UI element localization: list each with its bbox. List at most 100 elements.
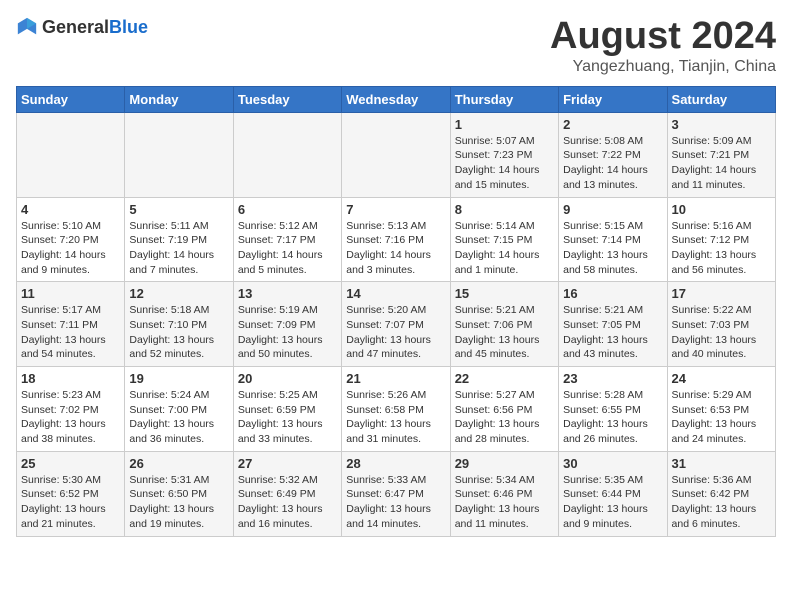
calendar-table: SundayMondayTuesdayWednesdayThursdayFrid… xyxy=(16,86,776,537)
day-number: 1 xyxy=(455,117,554,132)
cell-content: Sunrise: 5:14 AM Sunset: 7:15 PM Dayligh… xyxy=(455,219,554,278)
header-row: SundayMondayTuesdayWednesdayThursdayFrid… xyxy=(17,86,776,112)
calendar-cell xyxy=(17,112,125,197)
calendar-cell: 8 Sunrise: 5:14 AM Sunset: 7:15 PM Daylig… xyxy=(450,197,558,282)
day-number: 9 xyxy=(563,202,662,217)
cell-content: Sunrise: 5:12 AM Sunset: 7:17 PM Dayligh… xyxy=(238,219,337,278)
cell-content: Sunrise: 5:08 AM Sunset: 7:22 PM Dayligh… xyxy=(563,134,662,193)
calendar-cell: 30Sunrise: 5:35 AM Sunset: 6:44 PM Dayli… xyxy=(559,451,667,536)
header: GeneralBlue August 2024 Yangezhuang, Tia… xyxy=(16,16,776,76)
cell-content: Sunrise: 5:27 AM Sunset: 6:56 PM Dayligh… xyxy=(455,388,554,447)
calendar-cell: 29Sunrise: 5:34 AM Sunset: 6:46 PM Dayli… xyxy=(450,451,558,536)
cell-content: Sunrise: 5:23 AM Sunset: 7:02 PM Dayligh… xyxy=(21,388,120,447)
calendar-cell: 24 Sunrise: 5:29 AM Sunset: 6:53 PM Dayli… xyxy=(667,367,775,452)
calendar-cell: 23 Sunrise: 5:28 AM Sunset: 6:55 PM Dayli… xyxy=(559,367,667,452)
calendar-cell: 6Sunrise: 5:12 AM Sunset: 7:17 PM Daylig… xyxy=(233,197,341,282)
title-area: August 2024 Yangezhuang, Tianjin, China xyxy=(550,16,776,76)
cell-content: Sunrise: 5:07 AM Sunset: 7:23 PM Dayligh… xyxy=(455,134,554,193)
col-header-wednesday: Wednesday xyxy=(342,86,450,112)
cell-content: Sunrise: 5:25 AM Sunset: 6:59 PM Dayligh… xyxy=(238,388,337,447)
cell-content: Sunrise: 5:31 AM Sunset: 6:50 PM Dayligh… xyxy=(129,473,228,532)
day-number: 24 xyxy=(672,371,771,386)
calendar-cell: 19Sunrise: 5:24 AM Sunset: 7:00 PM Dayli… xyxy=(125,367,233,452)
calendar-cell: 11Sunrise: 5:17 AM Sunset: 7:11 PM Dayli… xyxy=(17,282,125,367)
cell-content: Sunrise: 5:10 AM Sunset: 7:20 PM Dayligh… xyxy=(21,219,120,278)
day-number: 26 xyxy=(129,456,228,471)
day-number: 3 xyxy=(672,117,771,132)
cell-content: Sunrise: 5:09 AM Sunset: 7:21 PM Dayligh… xyxy=(672,134,771,193)
calendar-cell: 22 Sunrise: 5:27 AM Sunset: 6:56 PM Dayli… xyxy=(450,367,558,452)
cell-content: Sunrise: 5:21 AM Sunset: 7:05 PM Dayligh… xyxy=(563,303,662,362)
calendar-cell: 31 Sunrise: 5:36 AM Sunset: 6:42 PM Dayli… xyxy=(667,451,775,536)
logo: GeneralBlue xyxy=(16,16,148,38)
day-number: 4 xyxy=(21,202,120,217)
calendar-cell: 3 Sunrise: 5:09 AM Sunset: 7:21 PM Daylig… xyxy=(667,112,775,197)
cell-content: Sunrise: 5:11 AM Sunset: 7:19 PM Dayligh… xyxy=(129,219,228,278)
day-number: 22 xyxy=(455,371,554,386)
logo-blue: Blue xyxy=(109,17,148,37)
week-row-4: 18 Sunrise: 5:23 AM Sunset: 7:02 PM Dayli… xyxy=(17,367,776,452)
calendar-cell xyxy=(233,112,341,197)
day-number: 16 xyxy=(563,286,662,301)
cell-content: Sunrise: 5:26 AM Sunset: 6:58 PM Dayligh… xyxy=(346,388,445,447)
week-row-2: 4 Sunrise: 5:10 AM Sunset: 7:20 PM Daylig… xyxy=(17,197,776,282)
calendar-cell: 27 Sunrise: 5:32 AM Sunset: 6:49 PM Dayli… xyxy=(233,451,341,536)
calendar-cell: 18 Sunrise: 5:23 AM Sunset: 7:02 PM Dayli… xyxy=(17,367,125,452)
day-number: 29 xyxy=(455,456,554,471)
main-title: August 2024 xyxy=(550,16,776,58)
cell-content: Sunrise: 5:18 AM Sunset: 7:10 PM Dayligh… xyxy=(129,303,228,362)
day-number: 31 xyxy=(672,456,771,471)
calendar-cell: 2 Sunrise: 5:08 AM Sunset: 7:22 PM Daylig… xyxy=(559,112,667,197)
calendar-cell: 17 Sunrise: 5:22 AM Sunset: 7:03 PM Dayli… xyxy=(667,282,775,367)
logo-general: General xyxy=(42,17,109,37)
logo-text: GeneralBlue xyxy=(42,17,148,38)
calendar-cell: 12 Sunrise: 5:18 AM Sunset: 7:10 PM Dayli… xyxy=(125,282,233,367)
calendar-cell: 13 Sunrise: 5:19 AM Sunset: 7:09 PM Dayli… xyxy=(233,282,341,367)
day-number: 18 xyxy=(21,371,120,386)
cell-content: Sunrise: 5:30 AM Sunset: 6:52 PM Dayligh… xyxy=(21,473,120,532)
week-row-1: 1 Sunrise: 5:07 AM Sunset: 7:23 PM Daylig… xyxy=(17,112,776,197)
cell-content: Sunrise: 5:17 AM Sunset: 7:11 PM Dayligh… xyxy=(21,303,120,362)
cell-content: Sunrise: 5:29 AM Sunset: 6:53 PM Dayligh… xyxy=(672,388,771,447)
calendar-cell: 16 Sunrise: 5:21 AM Sunset: 7:05 PM Dayli… xyxy=(559,282,667,367)
day-number: 7 xyxy=(346,202,445,217)
week-row-3: 11Sunrise: 5:17 AM Sunset: 7:11 PM Dayli… xyxy=(17,282,776,367)
day-number: 2 xyxy=(563,117,662,132)
day-number: 20 xyxy=(238,371,337,386)
calendar-cell: 25 Sunrise: 5:30 AM Sunset: 6:52 PM Dayli… xyxy=(17,451,125,536)
calendar-cell: 4 Sunrise: 5:10 AM Sunset: 7:20 PM Daylig… xyxy=(17,197,125,282)
day-number: 13 xyxy=(238,286,337,301)
cell-content: Sunrise: 5:22 AM Sunset: 7:03 PM Dayligh… xyxy=(672,303,771,362)
cell-content: Sunrise: 5:32 AM Sunset: 6:49 PM Dayligh… xyxy=(238,473,337,532)
cell-content: Sunrise: 5:19 AM Sunset: 7:09 PM Dayligh… xyxy=(238,303,337,362)
day-number: 5 xyxy=(129,202,228,217)
day-number: 17 xyxy=(672,286,771,301)
cell-content: Sunrise: 5:21 AM Sunset: 7:06 PM Dayligh… xyxy=(455,303,554,362)
cell-content: Sunrise: 5:36 AM Sunset: 6:42 PM Dayligh… xyxy=(672,473,771,532)
day-number: 21 xyxy=(346,371,445,386)
cell-content: Sunrise: 5:13 AM Sunset: 7:16 PM Dayligh… xyxy=(346,219,445,278)
day-number: 12 xyxy=(129,286,228,301)
calendar-cell: 15 Sunrise: 5:21 AM Sunset: 7:06 PM Dayli… xyxy=(450,282,558,367)
day-number: 14 xyxy=(346,286,445,301)
calendar-cell: 9 Sunrise: 5:15 AM Sunset: 7:14 PM Daylig… xyxy=(559,197,667,282)
col-header-friday: Friday xyxy=(559,86,667,112)
calendar-cell xyxy=(342,112,450,197)
day-number: 30 xyxy=(563,456,662,471)
day-number: 25 xyxy=(21,456,120,471)
day-number: 15 xyxy=(455,286,554,301)
col-header-tuesday: Tuesday xyxy=(233,86,341,112)
calendar-cell: 7 Sunrise: 5:13 AM Sunset: 7:16 PM Daylig… xyxy=(342,197,450,282)
cell-content: Sunrise: 5:15 AM Sunset: 7:14 PM Dayligh… xyxy=(563,219,662,278)
calendar-cell: 5 Sunrise: 5:11 AM Sunset: 7:19 PM Daylig… xyxy=(125,197,233,282)
cell-content: Sunrise: 5:28 AM Sunset: 6:55 PM Dayligh… xyxy=(563,388,662,447)
day-number: 23 xyxy=(563,371,662,386)
day-number: 28 xyxy=(346,456,445,471)
cell-content: Sunrise: 5:24 AM Sunset: 7:00 PM Dayligh… xyxy=(129,388,228,447)
calendar-cell xyxy=(125,112,233,197)
day-number: 27 xyxy=(238,456,337,471)
day-number: 8 xyxy=(455,202,554,217)
col-header-sunday: Sunday xyxy=(17,86,125,112)
cell-content: Sunrise: 5:20 AM Sunset: 7:07 PM Dayligh… xyxy=(346,303,445,362)
calendar-cell: 21 Sunrise: 5:26 AM Sunset: 6:58 PM Dayli… xyxy=(342,367,450,452)
